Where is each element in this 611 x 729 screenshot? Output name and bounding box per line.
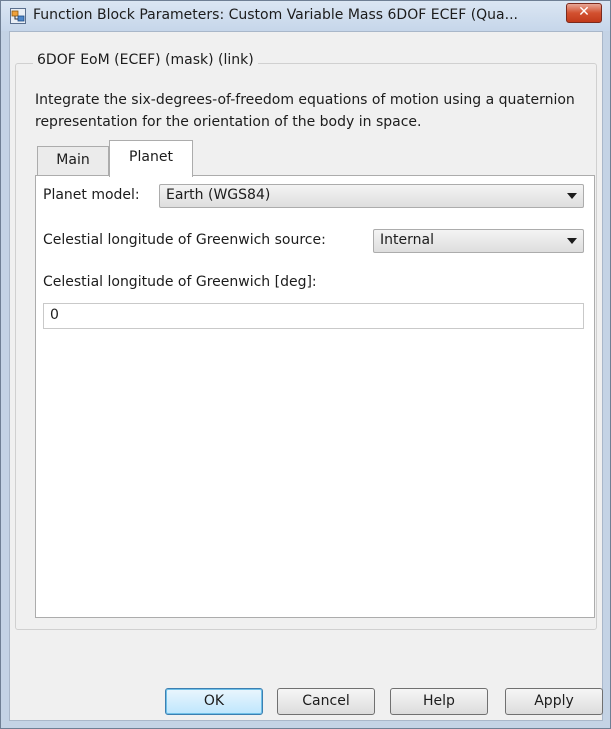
group-title: 6DOF EoM (ECEF) (mask) (link)	[33, 52, 258, 68]
close-icon: ✕	[578, 4, 590, 20]
chevron-down-icon	[567, 238, 577, 244]
planet-model-select[interactable]: Earth (WGS84)	[159, 184, 584, 208]
greenwich-longitude-label: Celestial longitude of Greenwich [deg]:	[43, 274, 317, 290]
greenwich-source-value: Internal	[380, 232, 434, 248]
window-title: Function Block Parameters: Custom Variab…	[33, 7, 518, 23]
block-description: Integrate the six-degrees-of-freedom equ…	[35, 92, 575, 130]
planet-model-label: Planet model:	[43, 187, 140, 203]
cancel-button[interactable]: Cancel	[277, 688, 375, 715]
apply-button[interactable]: Apply	[505, 688, 603, 715]
close-button[interactable]: ✕	[566, 3, 602, 23]
simulink-block-icon	[10, 8, 26, 24]
greenwich-longitude-input[interactable]: 0	[43, 303, 584, 329]
chevron-down-icon	[567, 193, 577, 199]
tab-main[interactable]: Main	[37, 146, 109, 176]
tab-planet-label: Planet	[129, 149, 173, 165]
tab-planet[interactable]: Planet	[109, 140, 193, 177]
help-button[interactable]: Help	[390, 688, 488, 715]
planet-model-value: Earth (WGS84)	[166, 187, 271, 203]
greenwich-source-select[interactable]: Internal	[373, 229, 584, 253]
title-bar[interactable]: Function Block Parameters: Custom Variab…	[1, 1, 610, 31]
tab-main-label: Main	[56, 152, 90, 168]
greenwich-source-label: Celestial longitude of Greenwich source:	[43, 232, 326, 248]
ok-button[interactable]: OK	[165, 688, 263, 715]
